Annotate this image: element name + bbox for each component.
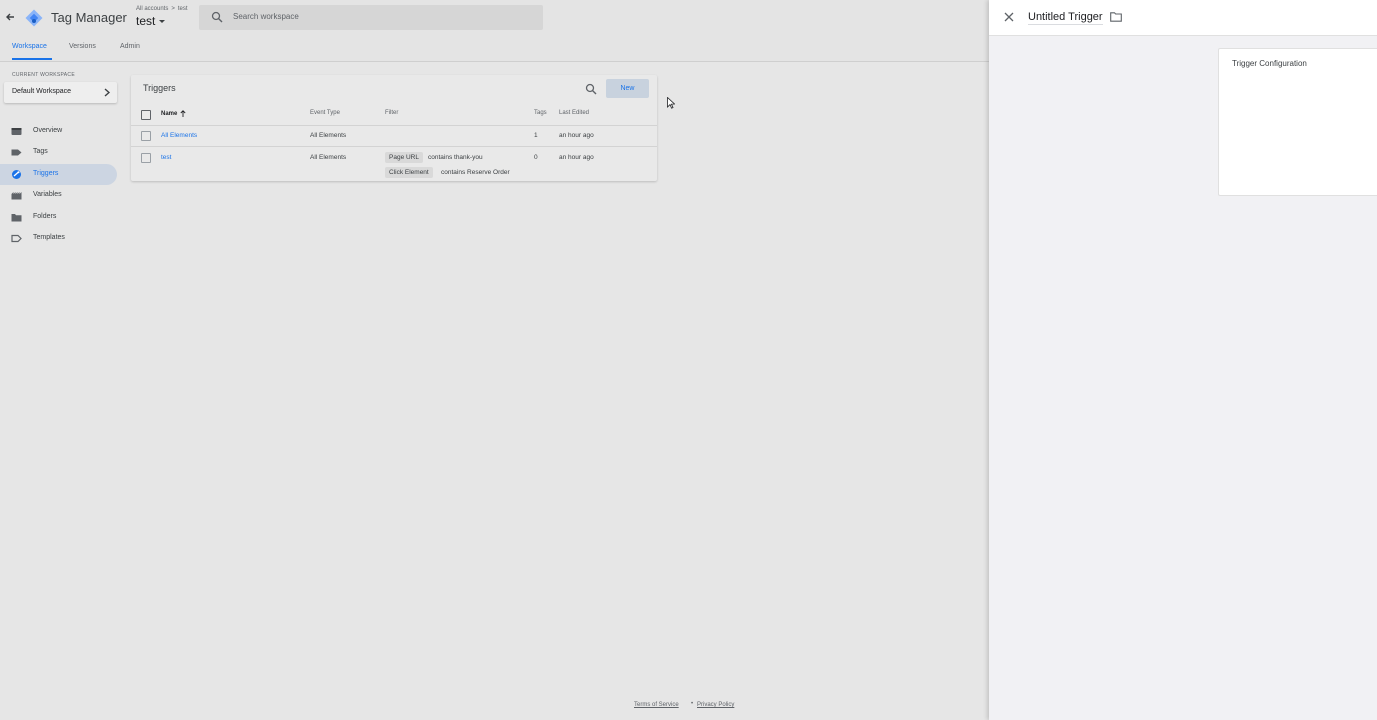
search-placeholder: Search workspace — [233, 12, 299, 21]
container-selector[interactable]: test — [136, 14, 166, 28]
sidebar-item-overview[interactable]: Overview — [0, 121, 117, 142]
folder-icon — [11, 214, 22, 222]
sidebar-item-folders[interactable]: Folders — [0, 207, 117, 228]
trigger-name-link[interactable]: All Elements — [161, 132, 197, 139]
tag-manager-logo-icon — [25, 9, 43, 27]
row-checkbox[interactable] — [141, 153, 151, 163]
config-card-title: Trigger Configuration — [1232, 59, 1307, 68]
column-header-tags[interactable]: Tags — [534, 110, 547, 116]
back-arrow-icon[interactable] — [3, 10, 17, 24]
divider — [131, 146, 657, 147]
divider — [131, 125, 657, 126]
sidebar-item-label: Templates — [33, 234, 65, 241]
tab-admin[interactable]: Admin — [120, 43, 140, 50]
last-edited: an hour ago — [559, 154, 594, 161]
column-header-last-edited[interactable]: Last Edited — [559, 110, 589, 116]
panel-header: Untitled Trigger — [989, 0, 1377, 36]
row-checkbox[interactable] — [141, 131, 151, 141]
new-trigger-button[interactable]: New — [606, 79, 649, 98]
triggers-card: Triggers New Name Event Type Filter Tags… — [131, 75, 657, 181]
privacy-policy-link[interactable]: Privacy Policy — [697, 702, 734, 708]
column-header-event-type[interactable]: Event Type — [310, 110, 340, 116]
variables-icon — [11, 192, 22, 200]
breadcrumb: All accounts > test — [136, 6, 188, 12]
sidebar-item-triggers[interactable]: Triggers — [0, 164, 117, 185]
card-title: Triggers — [143, 83, 176, 93]
sidebar-item-templates[interactable]: Templates — [0, 228, 117, 249]
template-icon — [11, 234, 22, 243]
workspace-name: Default Workspace — [12, 88, 72, 95]
event-type: All Elements — [310, 132, 347, 139]
last-edited: an hour ago — [559, 132, 594, 139]
column-header-label: Name — [161, 111, 178, 118]
trigger-name-link[interactable]: test — [161, 154, 171, 161]
filter-variable-chip: Page URL — [385, 152, 423, 163]
workspace-selector[interactable]: Default Workspace — [4, 82, 117, 103]
trigger-icon — [12, 170, 21, 179]
trigger-editor-panel: Untitled Trigger Trigger Configuration — [989, 0, 1377, 720]
tag-icon — [11, 149, 22, 156]
footer-separator: • — [691, 701, 694, 707]
mouse-cursor-icon — [667, 97, 675, 109]
sidebar-item-label: Triggers — [33, 170, 59, 177]
filter-variable-chip: Click Element — [385, 167, 433, 178]
tab-versions[interactable]: Versions — [69, 43, 96, 50]
sidebar-item-label: Tags — [33, 148, 48, 155]
folder-outline-icon[interactable] — [1110, 12, 1122, 22]
active-tab-indicator — [12, 58, 52, 60]
chevron-right-icon — [104, 88, 110, 97]
breadcrumb-account[interactable]: test — [178, 6, 188, 12]
filter-condition: contains thank-you — [428, 154, 483, 161]
app-title: Tag Manager — [51, 10, 127, 25]
caret-down-icon — [159, 20, 166, 24]
overview-icon — [11, 128, 22, 135]
sidebar-item-label: Variables — [33, 191, 62, 198]
terms-of-service-link[interactable]: Terms of Service — [634, 702, 679, 708]
search-icon — [211, 11, 223, 23]
top-bar: Tag Manager All accounts > test test Searc… — [0, 0, 989, 36]
sidebar-item-variables[interactable]: Variables — [0, 185, 117, 206]
filter-condition: contains Reserve Order — [441, 169, 510, 176]
tags-count: 0 — [534, 154, 538, 161]
sort-ascending-icon — [180, 110, 186, 117]
select-all-checkbox[interactable] — [141, 110, 151, 120]
current-workspace-label: CURRENT WORKSPACE — [12, 72, 75, 78]
close-icon[interactable] — [1004, 12, 1014, 22]
column-header-name[interactable]: Name — [161, 110, 186, 117]
breadcrumb-separator: > — [171, 6, 175, 12]
tags-count: 1 — [534, 132, 538, 139]
container-name: test — [136, 14, 156, 28]
column-header-filter[interactable]: Filter — [385, 110, 398, 116]
sidebar-item-label: Folders — [33, 213, 57, 220]
search-workspace[interactable]: Search workspace — [199, 5, 543, 30]
tab-workspace[interactable]: Workspace — [12, 43, 47, 50]
sidebar-item-label: Overview — [33, 127, 63, 134]
event-type: All Elements — [310, 154, 347, 161]
trigger-configuration-card[interactable]: Trigger Configuration — [1218, 48, 1377, 196]
search-icon[interactable] — [585, 83, 597, 95]
trigger-name-input[interactable]: Untitled Trigger — [1028, 11, 1103, 25]
tab-bar: Workspace Versions Admin — [0, 36, 989, 62]
breadcrumb-accounts[interactable]: All accounts — [136, 6, 168, 12]
sidebar-item-tags[interactable]: Tags — [0, 142, 117, 163]
